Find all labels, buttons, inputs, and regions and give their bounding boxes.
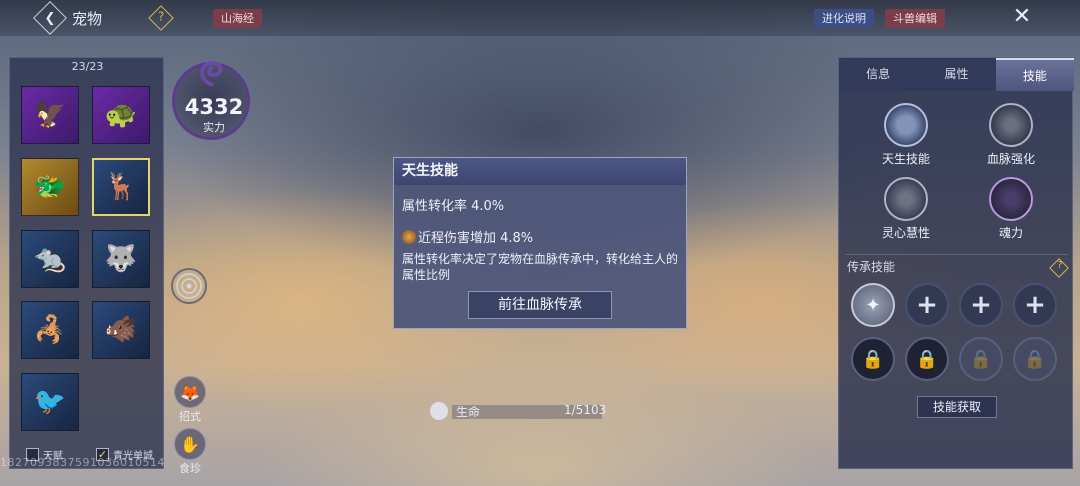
deer-pet-icon[interactable]: 🦌 [92, 158, 150, 216]
treasure-label: 食珍 [179, 462, 201, 475]
droplet-icon [430, 402, 448, 420]
wolf-pet-icon[interactable]: 🐺 [92, 230, 150, 288]
melee-bonus-row: 近程伤害增加 4.8% [402, 227, 533, 246]
soul-label: 魂力 [998, 226, 1023, 240]
bloodline-label: 血脉强化 [986, 152, 1035, 166]
evolution-info-button[interactable]: 进化说明 [814, 9, 874, 28]
add-skill-slot[interactable]: + [1013, 283, 1057, 327]
inherit-help-icon[interactable]: ? [1049, 258, 1069, 278]
bloodline-button[interactable]: 血脉强化 [971, 103, 1051, 167]
tab-skills[interactable]: 技能 [995, 58, 1074, 91]
add-skill-slot[interactable]: + [905, 283, 949, 327]
swirl-icon [200, 60, 223, 87]
fox-icon: 🦊 [174, 376, 206, 408]
popup-description: 属性转化率决定了宠物在血脉传承中，转化给主人的属性比例 [402, 252, 679, 282]
innate-skill-button[interactable]: 天生技能 [866, 103, 946, 167]
popup-title: 天生技能 [394, 158, 686, 185]
claw-icon [402, 230, 416, 244]
turtle-pet-icon[interactable]: 🐢 [92, 86, 150, 144]
close-icon[interactable]: ✕ [1008, 3, 1036, 31]
pet-count: 23/23 [71, 60, 104, 73]
power-badge: 4332 实力 [172, 60, 250, 140]
hp-value: 1/5103 [564, 403, 607, 417]
power-label: 实力 [203, 121, 225, 134]
get-skill-button[interactable]: 技能获取 [917, 396, 997, 418]
right-panel: 信息 属性 技能 天生技能 血脉强化 灵心慧性 魂力 传承技能 ? ✦ + + … [838, 57, 1074, 469]
inherit-title: 传承技能 [847, 260, 896, 274]
page-title: 宠物 [72, 10, 103, 28]
swirl-toggle-icon[interactable] [171, 268, 207, 304]
hp-bar: 生命 1/5103 [430, 401, 610, 421]
soul-icon [989, 177, 1033, 221]
watermark-text: 1827093837591036010514 [0, 456, 165, 469]
innate-skill-popup: 天生技能 属性转化率 4.0% 近程伤害增加 4.8% 属性转化率决定了宠物在血… [393, 157, 687, 329]
eagle-pet-icon[interactable]: 🦅 [21, 86, 79, 144]
spirit-icon [884, 177, 928, 221]
treasure-button[interactable]: ✋ 食珍 [171, 428, 209, 476]
top-bar: ❮ 宠物 ? 山海经 进化说明 斗兽编辑 ✕ [0, 0, 1080, 36]
tab-bar: 信息 属性 技能 [839, 58, 1074, 91]
help-icon[interactable]: ? [148, 5, 174, 31]
inherited-skill-slot[interactable]: ✦ [851, 283, 895, 327]
back-arrow-icon[interactable]: ❮ [33, 1, 67, 35]
lock-icon: 🔒 [1013, 337, 1057, 381]
griffin-pet-icon[interactable]: 🐦 [21, 373, 79, 431]
soul-button[interactable]: 魂力 [971, 177, 1051, 241]
rat-pet-icon[interactable]: 🐀 [21, 230, 79, 288]
pet-list-panel: 23/23 🦅 🐢 🐲 🦌 🐀 🐺 🦂 🐗 🐦 天赋 ✓ 青光单城 [9, 57, 164, 469]
melee-bonus: 近程伤害增加 4.8% [418, 231, 534, 246]
hp-label: 生命 [456, 405, 481, 419]
dragon-pet-icon[interactable]: 🐲 [21, 158, 79, 216]
power-value: 4332 [184, 95, 244, 119]
go-bloodline-button[interactable]: 前往血脉传承 [468, 291, 612, 319]
moves-button[interactable]: 🦊 招式 [171, 376, 209, 424]
hand-icon: ✋ [174, 428, 206, 460]
beast-pet-icon[interactable]: 🐗 [92, 301, 150, 359]
spirit-label: 灵心慧性 [881, 226, 930, 240]
shanhai-tag-button[interactable]: 山海经 [213, 9, 262, 28]
add-skill-slot[interactable]: + [959, 283, 1003, 327]
spirit-button[interactable]: 灵心慧性 [866, 177, 946, 241]
bloodline-icon [989, 103, 1033, 147]
innate-skill-icon [884, 103, 928, 147]
innate-skill-label: 天生技能 [881, 152, 930, 166]
moves-label: 招式 [179, 410, 201, 423]
lock-icon[interactable]: 🔒 [851, 337, 895, 381]
lock-icon: 🔒 [959, 337, 1003, 381]
beast-edit-button[interactable]: 斗兽编辑 [885, 9, 945, 28]
tab-info[interactable]: 信息 [839, 58, 918, 91]
divider [845, 254, 1068, 255]
lock-icon[interactable]: 🔒 [905, 337, 949, 381]
tab-attributes[interactable]: 属性 [917, 58, 996, 91]
scorpion-pet-icon[interactable]: 🦂 [21, 301, 79, 359]
conversion-rate: 属性转化率 4.0% [402, 199, 505, 214]
